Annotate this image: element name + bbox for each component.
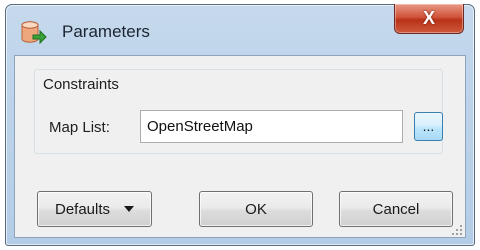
constraints-group-title: Constraints [43, 76, 119, 93]
close-button[interactable]: X [394, 4, 464, 34]
defaults-button[interactable]: Defaults [37, 191, 152, 227]
defaults-button-label: Defaults [54, 200, 111, 218]
window-title: Parameters [62, 22, 150, 41]
dialog-body: Constraints Map List: ... Defaults OK Ca… [14, 55, 466, 238]
ellipsis-icon: ... [422, 118, 435, 134]
resize-grip-icon[interactable] [451, 223, 463, 235]
ok-button-label: OK [245, 200, 267, 218]
parameters-dialog: Parameters X Constraints Map List: ... D… [5, 4, 475, 246]
browse-button[interactable]: ... [414, 112, 443, 141]
ok-button[interactable]: OK [199, 191, 313, 227]
cancel-button[interactable]: Cancel [339, 191, 453, 227]
database-arrow-icon [20, 20, 48, 46]
cancel-button-label: Cancel [372, 200, 420, 218]
close-icon: X [422, 8, 435, 28]
dropdown-arrow-icon [124, 206, 135, 212]
map-list-label: Map List: [49, 119, 110, 136]
constraints-group: Constraints Map List: ... [34, 69, 443, 154]
map-list-input[interactable] [140, 110, 403, 143]
title-bar[interactable]: Parameters X [6, 4, 474, 55]
